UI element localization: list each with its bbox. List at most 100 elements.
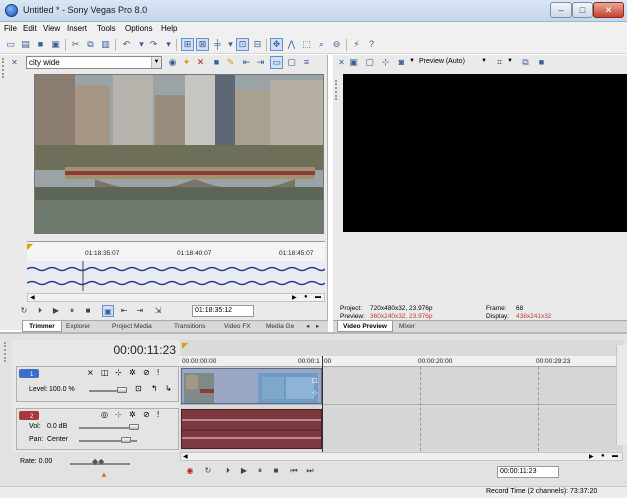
- save-snapshot-icon[interactable]: ■: [535, 56, 548, 69]
- tab-video-preview[interactable]: Video Preview: [337, 321, 393, 332]
- mute-icon[interactable]: ✲: [129, 410, 136, 419]
- redo-icon[interactable]: ↷: [147, 38, 160, 51]
- play-from-start-icon[interactable]: ⏵: [222, 465, 234, 477]
- play-from-start-icon[interactable]: ⏵: [34, 305, 46, 317]
- trimmer-time-display[interactable]: 01:18:35:12: [192, 305, 254, 317]
- track-fx-icon[interactable]: ⊹: [115, 368, 122, 377]
- render-icon[interactable]: ⚡: [350, 38, 363, 51]
- zoom-in-icon[interactable]: ●: [304, 294, 308, 300]
- save-region-icon[interactable]: ■: [210, 56, 223, 69]
- tab-scroll-right-icon[interactable]: ▸: [316, 321, 319, 332]
- chevron-down-icon[interactable]: ▼: [481, 58, 487, 64]
- video-track-header[interactable]: 1 ⨯ ◫ ⊹ ✲ ⊘ ! Level: 100.0 % ⊡ ↰ ↳: [16, 366, 179, 402]
- go-to-end-icon[interactable]: ⏭: [304, 465, 316, 477]
- zoom-in-icon[interactable]: ●: [601, 453, 605, 459]
- preview-quality-label[interactable]: Preview (Auto): [419, 58, 465, 65]
- trimmer-scrollbar[interactable]: ◀ ▶ ● ▬: [27, 293, 325, 302]
- tab-video-fx[interactable]: Video FX: [224, 321, 251, 332]
- event-fx-icon[interactable]: ⊹: [312, 389, 318, 397]
- video-clip[interactable]: ⊡ ⊹: [181, 368, 322, 404]
- maximize-button[interactable]: □: [572, 2, 593, 18]
- play-icon[interactable]: ▶: [50, 305, 62, 317]
- zoom-out-icon[interactable]: ▬: [315, 294, 321, 300]
- event-pan-crop-icon[interactable]: ⊡: [312, 377, 318, 385]
- chevron-down-icon[interactable]: ▼: [151, 57, 161, 68]
- add-to-timeline-start-icon[interactable]: ⇤: [240, 56, 253, 69]
- track-info-icon[interactable]: !: [157, 410, 159, 419]
- auto-ripple-icon[interactable]: ⊠: [196, 38, 209, 51]
- menu-file[interactable]: File: [4, 24, 17, 33]
- pause-icon[interactable]: ⏸: [66, 305, 78, 317]
- track-info-icon[interactable]: !: [157, 368, 159, 377]
- audio-clip[interactable]: [181, 409, 322, 449]
- tab-trimmer[interactable]: Trimmer: [22, 321, 62, 332]
- go-to-start-icon[interactable]: ⏮: [288, 465, 300, 477]
- menu-help[interactable]: Help: [161, 24, 177, 33]
- dock-grip-icon[interactable]: [4, 342, 8, 362]
- properties-icon[interactable]: ▣: [49, 38, 62, 51]
- prev-frame-icon[interactable]: ⇤: [118, 305, 130, 317]
- cut-icon[interactable]: ✂: [69, 38, 82, 51]
- split-view-icon[interactable]: ▢: [285, 56, 298, 69]
- lock-envelopes-icon[interactable]: ⊡: [236, 38, 249, 51]
- track-fx-icon[interactable]: ⊹: [115, 410, 122, 419]
- menu-options[interactable]: Options: [125, 24, 153, 33]
- overlays-icon[interactable]: ⌗: [493, 56, 506, 69]
- timeline-ruler[interactable]: 00:00:00:00 00:00:1 00 00:00:20:00 00:00…: [180, 356, 623, 367]
- audio-track-header[interactable]: 2 ◎ ⊹ ✲ ⊘ ! Vol: 0.0 dB Pan: Center: [16, 408, 179, 450]
- tab-explorer[interactable]: Explorer: [66, 321, 90, 332]
- volume-slider-knob[interactable]: [129, 424, 139, 430]
- zoom-out-icon[interactable]: ⊖: [330, 38, 343, 51]
- menu-edit[interactable]: Edit: [23, 24, 37, 33]
- stop-icon[interactable]: ■: [82, 305, 94, 317]
- play-icon[interactable]: ▶: [238, 465, 250, 477]
- tab-transitions[interactable]: Transitions: [174, 321, 206, 332]
- open-icon[interactable]: ▤: [19, 38, 32, 51]
- media-fx-icon[interactable]: ✦: [180, 56, 193, 69]
- stop-icon[interactable]: ■: [270, 465, 282, 477]
- rate-slider-knob[interactable]: ◆◆: [92, 457, 104, 466]
- chevron-down-icon[interactable]: ▼: [507, 58, 513, 64]
- pan-slider-knob[interactable]: [121, 437, 131, 443]
- dock-grip-icon[interactable]: [335, 80, 339, 100]
- track-motion-icon[interactable]: ◫: [101, 368, 109, 377]
- redo-dropdown-icon[interactable]: ▾: [162, 38, 175, 51]
- clear-icon[interactable]: ✕: [194, 56, 207, 69]
- ripple-mode-icon[interactable]: ╪: [211, 38, 224, 51]
- solo-icon[interactable]: ⊘: [143, 410, 150, 419]
- chevron-down-icon[interactable]: ▼: [409, 58, 415, 64]
- timeline-scrollbar[interactable]: ◀ ▶ ● ▬: [180, 452, 623, 461]
- tab-media-generators[interactable]: Media Ge: [266, 321, 294, 332]
- zoom-tool-icon[interactable]: ⌕: [315, 38, 328, 51]
- child-track-icon[interactable]: ↳: [165, 384, 172, 393]
- preview-monitor-icon[interactable]: ▣: [102, 305, 114, 317]
- loop-icon[interactable]: ↻: [18, 305, 30, 317]
- split-screen-icon[interactable]: ◙: [395, 56, 408, 69]
- copy-snapshot-icon[interactable]: ⧉: [519, 56, 532, 69]
- selection-tool-icon[interactable]: ⬚: [300, 38, 313, 51]
- zoom-out-icon[interactable]: ▬: [612, 453, 618, 459]
- level-slider-knob[interactable]: [117, 387, 127, 393]
- add-to-timeline-end-icon[interactable]: ⇥: [254, 56, 267, 69]
- new-icon[interactable]: ▭: [4, 38, 17, 51]
- auto-crossfade-icon[interactable]: ⊟: [251, 38, 264, 51]
- minimize-button[interactable]: –: [550, 2, 572, 18]
- menu-insert[interactable]: Insert: [67, 24, 87, 33]
- solo-icon[interactable]: ⊘: [143, 368, 150, 377]
- tab-mixer[interactable]: Mixer: [399, 321, 415, 332]
- save-icon[interactable]: ■: [34, 38, 47, 51]
- preview-properties-icon[interactable]: ▣: [347, 56, 360, 69]
- scroll-right-icon[interactable]: ▶: [589, 453, 594, 460]
- audio-view-icon[interactable]: ≡: [300, 56, 313, 69]
- loop-icon[interactable]: ↻: [202, 465, 214, 477]
- whats-this-help-icon[interactable]: ?: [365, 38, 378, 51]
- envelope-tool-icon[interactable]: ⋀: [285, 38, 298, 51]
- vertical-scrollbar[interactable]: [616, 345, 627, 445]
- copy-icon[interactable]: ⧉: [84, 38, 97, 51]
- external-monitor-icon[interactable]: ▢: [363, 56, 376, 69]
- menu-tools[interactable]: Tools: [97, 24, 116, 33]
- tab-project-media[interactable]: Project Media: [112, 321, 152, 332]
- normal-edit-tool-icon[interactable]: ✥: [270, 38, 283, 51]
- video-view-icon[interactable]: ▭: [270, 56, 283, 69]
- current-time-display[interactable]: 00:00:11:23: [20, 343, 176, 361]
